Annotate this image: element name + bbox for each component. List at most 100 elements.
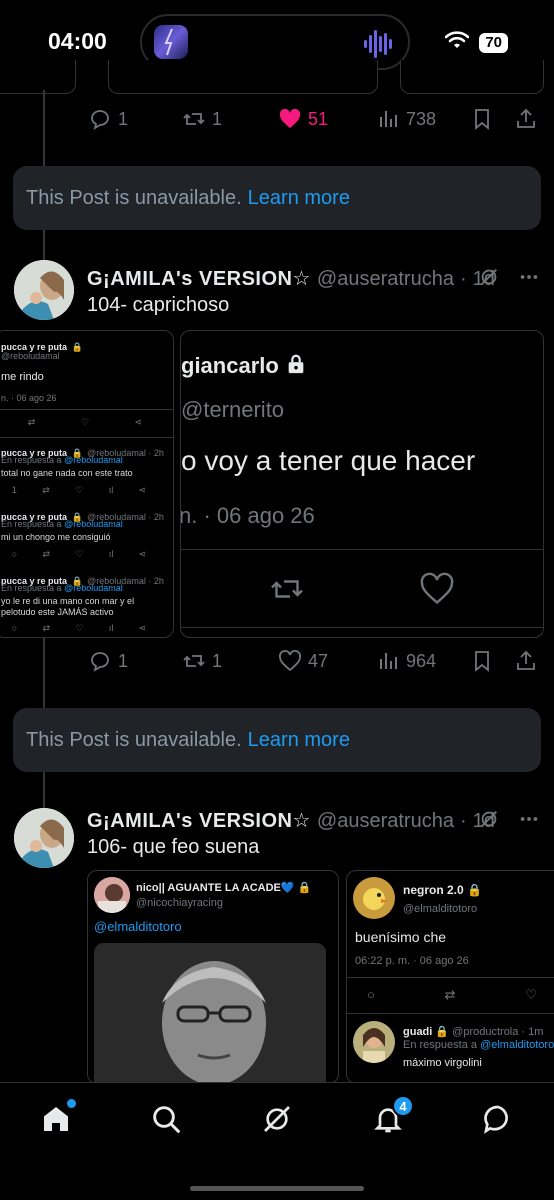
tweet-header: G¡AMILA's VERSION☆ @auseratrucha · 1d xyxy=(87,808,495,833)
mini-text: mi un chongo me consiguió xyxy=(1,532,111,542)
mini-date: 06:22 p. m. · 06 ago 26 xyxy=(355,955,469,967)
separator: · xyxy=(459,268,467,290)
avatar[interactable] xyxy=(14,808,74,868)
mini-text: me rindo xyxy=(1,371,44,383)
like-icon: ♡ xyxy=(525,987,537,1002)
mini-text: yo le re di una mano con mar y el pelotu… xyxy=(1,596,135,617)
wifi-icon xyxy=(445,30,470,55)
display-name[interactable]: G¡AMILA's VERSION☆ xyxy=(87,808,311,833)
like-button[interactable]: 51 xyxy=(278,107,328,131)
unavailable-post: This Post is unavailable. Learn more xyxy=(13,708,541,772)
views-button[interactable]: 964 xyxy=(376,649,436,673)
reply-prefix: En respuesta a xyxy=(1,583,62,593)
more-options-icon[interactable] xyxy=(518,266,540,293)
embedded-image-clipped[interactable] xyxy=(400,60,544,94)
mini-actions: 1 ⇄ ♡ ıl ⋖ xyxy=(11,485,147,495)
repost-count: 1 xyxy=(212,108,223,129)
bookmark-button[interactable] xyxy=(470,107,494,131)
post-actions: 1 1 47 964 xyxy=(88,646,538,676)
thread-line xyxy=(43,638,45,710)
status-time: 04:00 xyxy=(48,28,107,54)
nav-search[interactable] xyxy=(146,1101,186,1141)
repost-button[interactable]: 1 xyxy=(182,649,222,673)
share-icon: ⋖ xyxy=(134,417,143,427)
home-indicator xyxy=(190,1186,364,1191)
reply-mention: @reboludamal xyxy=(64,519,123,529)
battery-icon: 70 xyxy=(479,32,508,53)
views-button[interactable]: 738 xyxy=(376,107,436,131)
share-button[interactable] xyxy=(514,649,538,673)
mini-avatar xyxy=(94,877,130,913)
embedded-screenshot-right[interactable]: giancarlo @ternerito o voy a tener que h… xyxy=(180,330,544,638)
share-button[interactable] xyxy=(514,107,538,131)
repost-count: 1 xyxy=(212,650,223,671)
handle[interactable]: @auseratrucha xyxy=(317,268,454,291)
embedded-image-clipped[interactable] xyxy=(108,60,378,94)
like-icon: ♡ xyxy=(80,417,90,427)
reply-button[interactable]: 1 xyxy=(88,107,128,131)
handle[interactable]: @auseratrucha xyxy=(317,810,454,833)
repost-icon xyxy=(269,571,305,612)
unavailable-text: This Post is unavailable. xyxy=(26,186,242,209)
lock-icon xyxy=(285,353,307,381)
repost-icon: ⇄ xyxy=(27,417,36,427)
mini-name: nico|| AGUANTE LA ACADE💙 xyxy=(136,882,295,894)
grok-icon[interactable] xyxy=(478,808,500,835)
quoted-name: giancarlo xyxy=(181,353,279,378)
mini-name: negron 2.0 xyxy=(403,883,464,897)
more-options-icon[interactable] xyxy=(518,808,540,835)
reply-mention: @elmalditotoro xyxy=(480,1039,554,1051)
nav-messages[interactable] xyxy=(478,1101,518,1141)
reply-icon: ○ xyxy=(367,987,375,1002)
like-button[interactable]: 47 xyxy=(278,649,328,673)
mini-actions: ⇄ ♡ ⋖ xyxy=(5,417,165,428)
reply-count: 1 xyxy=(118,650,129,671)
grok-icon[interactable] xyxy=(478,266,500,293)
embedded-screenshot-4[interactable]: negron 2.0 🔒 @elmalditotoro buenísimo ch… xyxy=(346,870,554,1084)
bookmark-button[interactable] xyxy=(470,649,494,673)
nav-grok[interactable] xyxy=(257,1101,297,1141)
unavailable-text: This Post is unavailable. xyxy=(26,728,242,751)
mini-actions: ○ ⇄ ♡ ıl ⋖ xyxy=(11,623,147,633)
mini-photo xyxy=(94,943,326,1083)
repost-icon: ⇄ xyxy=(444,987,456,1002)
mini-date: n. · 06 ago 26 xyxy=(1,393,57,403)
unread-dot xyxy=(67,1099,76,1108)
bottom-nav: 4 xyxy=(0,1082,554,1200)
mini-handle: @nicochiayracing xyxy=(136,897,223,909)
tweet-text: 106- que feo suena xyxy=(87,836,260,858)
quoted-text: o voy a tener que hacer xyxy=(181,445,476,476)
mini-text: buenísimo che xyxy=(355,929,447,945)
tweet-header-icons xyxy=(478,808,540,835)
nav-notifications[interactable]: 4 xyxy=(368,1095,414,1141)
learn-more-link[interactable]: Learn more xyxy=(248,729,350,752)
lock-icon: 🔒 xyxy=(435,1026,450,1038)
unavailable-post: This Post is unavailable. Learn more xyxy=(13,166,541,230)
mini-reply-count: 1 xyxy=(11,485,17,495)
embedded-screenshot-left[interactable]: pucca y re puta 🔒 @reboludamal me rindo … xyxy=(0,330,174,638)
repost-button[interactable]: 1 xyxy=(182,107,222,131)
reply-count: 1 xyxy=(118,108,129,129)
display-name[interactable]: G¡AMILA's VERSION☆ xyxy=(87,266,311,291)
reply-prefix: En respuesta a xyxy=(403,1039,477,1051)
like-count: 51 xyxy=(308,108,329,129)
reply-prefix: En respuesta a xyxy=(1,455,62,465)
tweet-header-icons xyxy=(478,266,540,293)
quoted-handle: @ternerito xyxy=(181,397,285,422)
post-actions: 1 1 51 738 xyxy=(88,104,538,134)
reply-button[interactable]: 1 xyxy=(88,649,128,673)
messages-icon xyxy=(482,1103,514,1140)
embedded-image-clipped[interactable] xyxy=(0,60,76,94)
reply-mention: @reboludamal xyxy=(64,583,123,593)
grok-icon xyxy=(261,1103,293,1140)
mini-mention: @elmalditotoro xyxy=(94,919,182,934)
nav-home[interactable] xyxy=(36,1099,76,1141)
reply-mention: @reboludamal xyxy=(64,455,123,465)
lock-icon: 🔒 xyxy=(297,882,312,894)
mini-handle: @reboludamal xyxy=(1,351,60,361)
embedded-screenshot-3[interactable]: nico|| AGUANTE LA ACADE💙 🔒 @nicochiayrac… xyxy=(87,870,339,1084)
avatar[interactable] xyxy=(14,260,74,320)
learn-more-link[interactable]: Learn more xyxy=(248,187,350,210)
music-app-icon xyxy=(154,25,188,59)
tweet-header: G¡AMILA's VERSION☆ @auseratrucha · 1d xyxy=(87,266,495,291)
